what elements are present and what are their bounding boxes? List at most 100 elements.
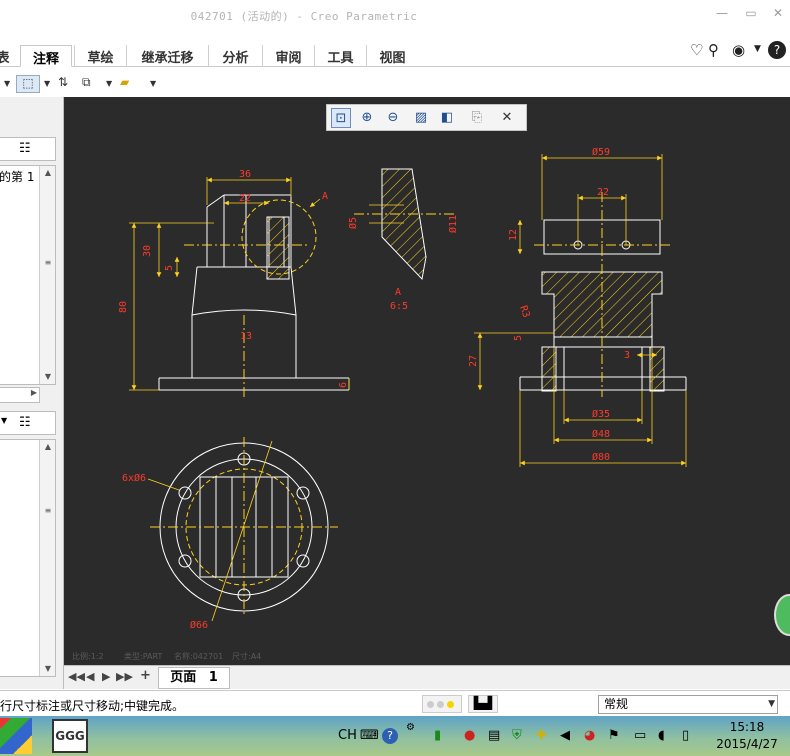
dim-label: 36 bbox=[239, 169, 251, 180]
ggg-taskbar-button[interactable]: GGG bbox=[52, 719, 88, 753]
volume-icon[interactable]: ◖ bbox=[658, 728, 665, 743]
scroll-down-icon[interactable]: ▼ bbox=[40, 662, 56, 676]
last-sheet-icon[interactable]: ▶▶ bbox=[116, 670, 133, 683]
clock[interactable]: 15:18 2015/4/27 bbox=[706, 719, 788, 753]
status-dot bbox=[447, 701, 454, 708]
selection-filter[interactable]: 常规 ▼ bbox=[598, 695, 778, 714]
front-view-dimensions[interactable] bbox=[129, 177, 350, 391]
layer-settings-icon[interactable]: ☷ bbox=[19, 415, 31, 430]
repaint-icon[interactable]: ▨ bbox=[411, 108, 431, 128]
sheet-tab-1[interactable]: 页面 1 bbox=[158, 667, 230, 689]
tab-view[interactable]: 视图 bbox=[366, 45, 418, 67]
dim-label: 22 bbox=[597, 187, 609, 198]
tab-tools[interactable]: 工具 bbox=[314, 45, 366, 67]
chevron-down-icon[interactable]: ▼ bbox=[150, 79, 156, 97]
chevron-down-icon[interactable]: ▼ bbox=[44, 79, 50, 97]
front-view[interactable] bbox=[158, 194, 350, 397]
scroll-right-icon[interactable]: ▶ bbox=[31, 388, 37, 397]
top-view[interactable] bbox=[147, 437, 338, 622]
dim-label: Ø35 bbox=[592, 408, 610, 420]
regenerate-icon[interactable]: ⇅ bbox=[58, 75, 68, 93]
ime-indicator[interactable]: CH bbox=[338, 728, 357, 743]
scroll-up-icon[interactable]: ▲ bbox=[40, 166, 56, 180]
network-icon[interactable]: ▤ bbox=[488, 728, 500, 743]
select-box-icon[interactable]: ⬚ bbox=[16, 75, 40, 93]
tree-item[interactable]: 的第 1 bbox=[0, 168, 34, 185]
help-icon[interactable]: ? bbox=[768, 41, 786, 59]
keyboard-icon[interactable]: ⌨ bbox=[360, 728, 379, 743]
annotation-display-icon[interactable]: ⎘ bbox=[467, 108, 487, 128]
battery-icon[interactable]: ▯ bbox=[682, 728, 689, 743]
tab-table[interactable]: 表 bbox=[0, 45, 12, 67]
chevron-down-icon[interactable]: ▼ bbox=[4, 79, 10, 97]
zoom-out-icon[interactable]: ⊖ bbox=[383, 108, 403, 128]
front-view-dim-text: 36 22 30 5 80 13 6 A bbox=[118, 169, 349, 388]
selection-buffer-icon[interactable]: ▙▟ bbox=[468, 695, 498, 713]
drawing-sheet: 36 22 30 5 80 13 6 A Ø5 Ø11 A 6:5 Ø59 22… bbox=[72, 146, 687, 661]
tree-settings-icon[interactable]: ☷ bbox=[19, 141, 31, 156]
layer-header: ▼ ☷ bbox=[0, 411, 56, 435]
tab-annotate[interactable]: 注释 bbox=[20, 45, 72, 67]
datum-display-icon[interactable]: ✕ bbox=[497, 108, 517, 128]
chevron-down-icon[interactable]: ▼ bbox=[1, 416, 7, 425]
clock-date: 2015/4/27 bbox=[716, 737, 778, 751]
tab-sketch[interactable]: 草绘 bbox=[74, 45, 126, 67]
help-icon[interactable]: ? bbox=[382, 728, 398, 744]
folder-icon[interactable]: ▰ bbox=[120, 75, 129, 93]
scale-info: 比例:1:2 bbox=[72, 651, 104, 661]
windows-icon[interactable]: ⧉ bbox=[82, 75, 91, 93]
tab-legacy-migration[interactable]: 继承迁移 bbox=[126, 45, 208, 67]
dim-label: 27 bbox=[468, 355, 479, 367]
title-bar: 042701 (活动的) - Creo Parametric — ▭ ✕ bbox=[0, 0, 790, 30]
maximize-window-button[interactable]: ▭ bbox=[741, 6, 761, 22]
chevron-down-icon[interactable]: ▼ bbox=[754, 44, 761, 54]
drawing-canvas[interactable]: 36 22 30 5 80 13 6 A Ø5 Ø11 A 6:5 Ø59 22… bbox=[64, 97, 790, 665]
tab-review[interactable]: 审阅 bbox=[262, 45, 314, 67]
type-info: 类型:PART bbox=[124, 651, 162, 661]
scroll-up-icon[interactable]: ▲ bbox=[40, 440, 56, 454]
ribbon-minimize-icon[interactable]: ♡ bbox=[690, 41, 703, 59]
horizontal-scrollbar[interactable]: ▶ bbox=[0, 387, 40, 403]
chevron-down-icon[interactable]: ▼ bbox=[106, 79, 112, 97]
zoom-in-icon[interactable]: ⊕ bbox=[357, 108, 377, 128]
refit-icon[interactable]: ⊡ bbox=[331, 108, 351, 128]
ribbon-tabs: 表 注释 草绘 继承迁移 分析 审阅 工具 视图 bbox=[0, 42, 790, 67]
creo-taskbar-icon[interactable] bbox=[0, 718, 32, 754]
community-icon[interactable]: ◉ bbox=[732, 41, 745, 59]
status-dot bbox=[427, 701, 434, 708]
tree-scrollbar[interactable]: ▲ ≡ ▼ bbox=[39, 166, 55, 384]
scroll-grip-icon: ≡ bbox=[44, 258, 52, 267]
previous-sheet-icon[interactable]: ◀ bbox=[86, 670, 94, 683]
display-icon[interactable]: ▭ bbox=[634, 728, 646, 743]
display-style-icon[interactable]: ◧ bbox=[437, 108, 457, 128]
filter-value: 常规 bbox=[604, 697, 629, 711]
sheet-tab-label: 页面 bbox=[170, 670, 197, 685]
dim-label: 6 bbox=[338, 382, 349, 388]
size-info: 尺寸:A4 bbox=[232, 651, 261, 661]
usb-icon[interactable]: ▮ bbox=[434, 728, 441, 743]
speaker-icon[interactable]: ◀ bbox=[560, 728, 570, 743]
sheet-tab-number: 1 bbox=[208, 670, 218, 685]
dim-label: 22 bbox=[239, 193, 251, 204]
tab-analysis[interactable]: 分析 bbox=[208, 45, 262, 67]
next-sheet-icon[interactable]: ▶ bbox=[102, 670, 110, 683]
qq-icon[interactable]: ◕ bbox=[584, 728, 595, 743]
add-sheet-button[interactable]: + bbox=[140, 668, 151, 683]
side-view[interactable] bbox=[519, 192, 687, 397]
minimize-window-button[interactable]: — bbox=[712, 6, 732, 22]
shield-icon[interactable]: ⛨ bbox=[512, 728, 522, 743]
flag-icon[interactable]: ⚑ bbox=[608, 728, 620, 743]
dim-label: 30 bbox=[142, 245, 153, 257]
search-icon[interactable]: ⚲ bbox=[708, 41, 719, 59]
close-window-button[interactable]: ✕ bbox=[768, 6, 788, 22]
scroll-down-icon[interactable]: ▼ bbox=[40, 370, 56, 384]
settings-icon[interactable]: ⚙ bbox=[406, 722, 415, 733]
model-tree-panel: ☷ 的第 1 ▲ ≡ ▼ ▶ ▼ ☷ ▲ ≡ ▼ bbox=[0, 97, 64, 689]
section-view[interactable] bbox=[354, 168, 454, 281]
layer-scrollbar[interactable]: ▲ ≡ ▼ bbox=[39, 440, 55, 676]
plus-icon[interactable]: ✚ bbox=[536, 728, 547, 743]
graphics-toolbar: ⊡ ⊕ ⊖ ▨ ◧ ⎘ ✕ bbox=[326, 104, 527, 131]
security-icon[interactable]: ● bbox=[464, 728, 475, 743]
first-sheet-icon[interactable]: ◀◀ bbox=[68, 670, 85, 683]
dim-label: Ø80 bbox=[592, 451, 610, 463]
